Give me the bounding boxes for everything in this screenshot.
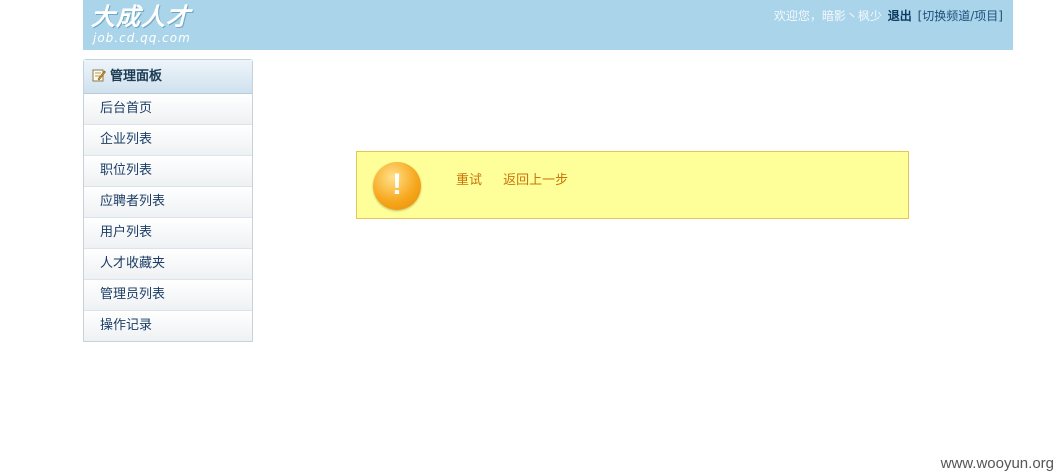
warning-mark: ! (392, 168, 402, 201)
logo-domain: job.cd.qq.com (93, 31, 191, 45)
watermark: www.wooyun.org (940, 455, 1054, 472)
back-link[interactable]: 返回上一步 (503, 173, 568, 188)
admin-sidebar: 管理面板 后台首页 企业列表 职位列表 应聘者列表 用户列表 人才收藏夹 管理员… (83, 59, 253, 342)
panel-title-text: 管理面板 (110, 69, 163, 84)
warning-icon: ! (373, 162, 421, 210)
sidebar-item-admins[interactable]: 管理员列表 (84, 279, 252, 310)
message-actions: 重试 返回上一步 (456, 169, 585, 188)
sidebar-item-dashboard[interactable]: 后台首页 (84, 94, 252, 124)
switch-channel-link[interactable]: [切换频道/项目] (918, 9, 1003, 23)
logo-text: 大成人才 (91, 3, 191, 31)
sidebar-item-talent-favorites[interactable]: 人才收藏夹 (84, 248, 252, 279)
user-bar: 欢迎您，暗影丶枫少 退出 [切换频道/项目] (774, 7, 1003, 24)
panel-title: 管理面板 (84, 60, 252, 94)
sidebar-item-companies[interactable]: 企业列表 (84, 124, 252, 155)
welcome-text: 欢迎您，暗影丶枫少 (773, 9, 882, 23)
retry-link[interactable]: 重试 (456, 173, 482, 188)
site-logo[interactable]: 大成人才 job.cd.qq.com (91, 2, 191, 45)
sidebar-item-applicants[interactable]: 应聘者列表 (84, 186, 252, 217)
sidebar-item-operation-log[interactable]: 操作记录 (84, 310, 252, 341)
top-header: 大成人才 job.cd.qq.com 欢迎您，暗影丶枫少 退出 [切换频道/项目… (83, 0, 1013, 50)
message-box: ! 重试 返回上一步 (356, 151, 909, 219)
sidebar-item-jobs[interactable]: 职位列表 (84, 155, 252, 186)
logout-link[interactable]: 退出 (888, 9, 912, 23)
edit-icon (92, 62, 106, 82)
sidebar-item-users[interactable]: 用户列表 (84, 217, 252, 248)
